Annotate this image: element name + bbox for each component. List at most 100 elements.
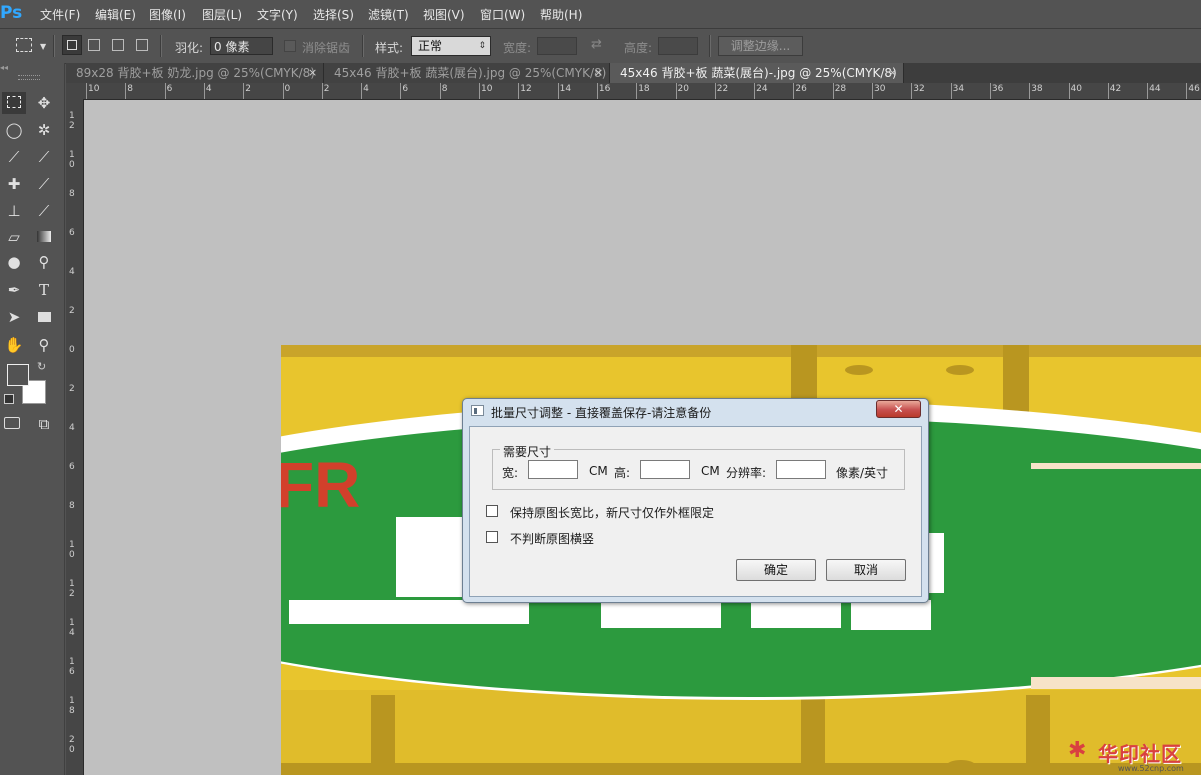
blur-tool-icon[interactable]: ● (2, 251, 26, 273)
magic-wand-icon[interactable]: ✲ (32, 119, 56, 141)
gradient-tool-icon[interactable] (32, 226, 56, 248)
stamp-tool-icon[interactable]: ⊥ (2, 200, 26, 222)
vertical-ruler[interactable]: 1 2 1 0 8 6 4 2 0 2 4 6 8 1 0 1 2 1 4 1 6 1 8 2 0 (66, 99, 84, 775)
ruler-tick-label: 0 (69, 345, 75, 355)
menu-select[interactable]: 选择(S) (313, 6, 354, 23)
width-input[interactable] (537, 37, 577, 55)
tab-document-1[interactable]: 89x28 背胶+板 奶龙.jpg @ 25%(CMYK/8) × (66, 63, 324, 83)
lasso-tool-icon[interactable]: ◯ (2, 119, 26, 141)
ruler-tick-label: 20 (677, 84, 689, 94)
ruler-tick (1107, 83, 1109, 99)
ruler-tick (518, 83, 520, 99)
history-brush-icon[interactable]: ⟋ (32, 200, 56, 222)
no-orientation-checkbox[interactable] (486, 531, 498, 543)
style-select-value: 正常 (418, 39, 443, 53)
height-input[interactable] (658, 37, 698, 55)
width-label: 宽度: (503, 41, 532, 55)
ruler-tick (164, 83, 166, 99)
tab-document-3[interactable]: 45x46 背胶+板 蔬菜(展台)-.jpg @ 25%(CMYK/8) × (610, 63, 904, 83)
path-select-icon[interactable]: ➤ (2, 306, 26, 328)
ruler-tick (243, 83, 245, 99)
ruler-tick-label: 4 (69, 267, 75, 277)
crop-tool-icon[interactable]: ⟋ (2, 146, 26, 168)
watermark-logo: 华印社区 (1098, 742, 1182, 766)
ruler-tick-label: 1 2 (69, 111, 75, 131)
swap-colors-icon[interactable]: ↻ (37, 360, 46, 373)
ruler-tick (1147, 83, 1149, 99)
foreground-color-swatch[interactable] (7, 364, 29, 386)
horizontal-ruler[interactable]: 10 8 6 4 2 0 2 4 6 8 10 12 14 16 18 20 22 24 26 28 30 32 34 36 3… (84, 83, 1201, 100)
eraser-tool-icon[interactable]: ▱ (2, 226, 26, 248)
menu-filter[interactable]: 滤镜(T) (368, 6, 409, 23)
height-label: 高度: (624, 41, 653, 55)
ruler-tick (950, 83, 952, 99)
watermark-icon: ✱ (1068, 738, 1087, 763)
pen-tool-icon[interactable]: ✒ (2, 279, 26, 301)
ruler-tick (911, 83, 913, 99)
subtract-selection-icon[interactable] (112, 39, 124, 51)
menu-view[interactable]: 视图(V) (423, 6, 465, 23)
intersect-selection-icon[interactable] (136, 39, 148, 51)
keep-ratio-checkbox[interactable] (486, 505, 498, 517)
ruler-tick-label: 24 (756, 84, 768, 94)
default-colors-icon[interactable] (4, 394, 14, 404)
new-selection-button[interactable] (62, 35, 82, 55)
ruler-tick (203, 83, 205, 99)
ok-button[interactable]: 确定 (736, 559, 816, 581)
ruler-corner[interactable] (66, 83, 84, 99)
shape-tool-icon[interactable] (32, 306, 56, 328)
brush-tool-icon[interactable]: ⟋ (32, 173, 56, 195)
zoom-tool-icon[interactable]: ⚲ (32, 334, 56, 356)
menu-window[interactable]: 窗口(W) (480, 6, 525, 23)
feather-label: 羽化: (175, 41, 204, 55)
ruler-tick-label: 28 (834, 84, 847, 94)
options-bar: ▼ 羽化: 0 像素 消除锯齿 样式: 正常 ⇕ 宽度: ⇄ 高度: 调整边缘.… (0, 28, 1201, 64)
antialias-checkbox[interactable] (284, 40, 296, 52)
close-icon[interactable]: × (594, 63, 603, 83)
chevron-down-icon[interactable]: ▼ (40, 42, 46, 51)
close-button[interactable]: ✕ (876, 400, 921, 418)
menu-layer[interactable]: 图层(L) (202, 6, 242, 23)
swap-icon[interactable]: ⇄ (591, 37, 602, 52)
tab-document-2[interactable]: 45x46 背胶+板 蔬菜(展台).jpg @ 25%(CMYK/8) × (324, 63, 610, 83)
ruler-tick-label: 6 (69, 462, 75, 472)
no-orientation-label[interactable]: 不判断原图横竖 (510, 530, 594, 547)
menu-edit[interactable]: 编辑(E) (95, 6, 136, 23)
type-tool-icon[interactable]: T (32, 279, 56, 301)
close-icon[interactable]: × (308, 63, 317, 83)
ruler-tick (439, 83, 441, 99)
close-icon: ✕ (893, 402, 904, 416)
ruler-tick (675, 83, 677, 99)
marquee-tool-icon[interactable] (2, 92, 26, 114)
eyedropper-icon[interactable]: ⟋ (32, 146, 56, 168)
menu-type[interactable]: 文字(Y) (257, 6, 298, 23)
healing-brush-icon[interactable]: ✚ (2, 173, 26, 195)
menu-file[interactable]: 文件(F) (40, 6, 80, 23)
divider (53, 35, 55, 57)
quick-mask-icon[interactable] (0, 413, 24, 435)
menu-image[interactable]: 图像(I) (149, 6, 186, 23)
ruler-tick-label: 2 (69, 306, 75, 316)
cancel-button[interactable]: 取消 (826, 559, 906, 581)
grip-icon[interactable] (18, 75, 40, 80)
ruler-tick-label: 8 (127, 84, 134, 94)
marquee-preset-icon[interactable] (16, 38, 32, 52)
keep-ratio-label[interactable]: 保持原图长宽比，新尺寸仅作外框限定 (510, 504, 714, 521)
add-selection-icon[interactable] (88, 39, 100, 51)
window-icon (471, 405, 484, 416)
close-icon[interactable]: × (888, 63, 897, 83)
ruler-tick-label: 22 (716, 84, 729, 94)
dodge-tool-icon[interactable]: ⚲ (32, 251, 56, 273)
screen-mode-icon[interactable]: ⧉ (32, 413, 56, 435)
collapse-arrows-icon[interactable]: ◂◂ (0, 63, 64, 72)
style-select[interactable]: 正常 ⇕ (411, 36, 491, 56)
height-cm-input[interactable] (640, 460, 690, 479)
width-cm-input[interactable] (528, 460, 578, 479)
ruler-tick-label: 8 (69, 189, 75, 199)
feather-input[interactable]: 0 像素 (210, 37, 273, 55)
resolution-input[interactable] (776, 460, 826, 479)
move-tool-icon[interactable]: ✥ (32, 92, 56, 114)
hand-tool-icon[interactable]: ✋ (2, 334, 26, 356)
refine-edge-button[interactable]: 调整边缘... (718, 36, 803, 56)
menu-help[interactable]: 帮助(H) (540, 6, 582, 23)
